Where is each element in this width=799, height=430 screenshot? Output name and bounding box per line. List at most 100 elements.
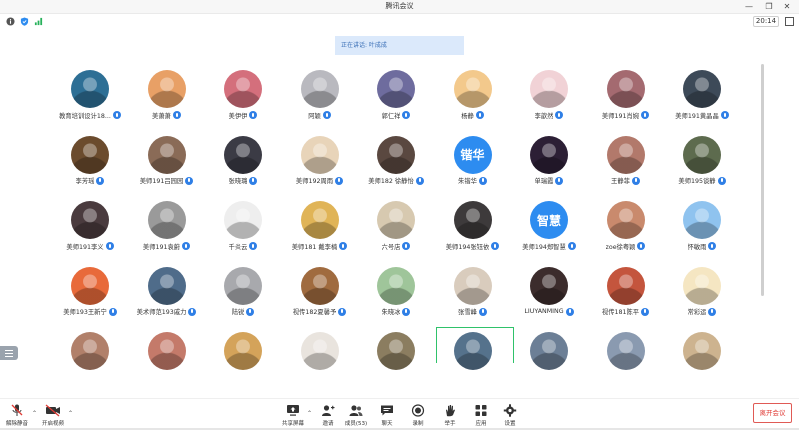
mic-status-icon — [335, 176, 344, 185]
participant-avatar — [606, 332, 645, 370]
chat-button[interactable]: 聊天 — [372, 404, 402, 428]
invite-button[interactable]: 邀请 — [313, 404, 343, 428]
participant-tile[interactable]: 美师193王新宁 — [50, 264, 130, 326]
audio-options-chevron-icon[interactable]: ⌃ — [32, 410, 37, 417]
signal-strength-icon[interactable] — [34, 17, 43, 26]
participant-avatar — [71, 201, 109, 239]
participant-avatar — [147, 201, 186, 239]
participant-tile[interactable]: 美师191肖婉 — [586, 67, 666, 129]
participant-tile[interactable]: 美师191黄晶晶 — [662, 67, 742, 129]
leave-meeting-button[interactable]: 离开会议 — [753, 403, 792, 423]
participant-tile[interactable]: 李歆然 — [509, 67, 589, 129]
video-options-chevron-icon[interactable]: ⌃ — [68, 410, 73, 417]
participant-tile[interactable]: 智慧 美师194郑智慧 — [509, 198, 589, 260]
members-button[interactable]: 成员(53) — [341, 404, 371, 428]
start-video-button[interactable]: 开启视频 — [38, 404, 68, 428]
mic-status-icon — [555, 176, 564, 185]
mic-status-icon — [641, 307, 650, 316]
participant-tile[interactable]: 教育培训设计18... — [50, 67, 130, 129]
participant-tile[interactable]: 常彩运 — [662, 264, 742, 326]
participant-name: 郭仁祥 — [381, 112, 401, 120]
participant-tile[interactable]: 视传181陈平 — [586, 264, 666, 326]
participant-tile[interactable]: 陆锐 — [203, 264, 283, 326]
participant-tile[interactable]: 美师191袁蔚 — [127, 198, 207, 260]
share-screen-button[interactable]: 共享屏幕 — [278, 404, 308, 428]
title-bar: 腾讯会议 — ❐ ✕ — [0, 0, 799, 14]
participant-tile[interactable]: 阿颖 — [280, 67, 360, 129]
participant-name-row: 美师192周雨 — [280, 176, 360, 186]
raise-hand-button[interactable]: 举手 — [435, 404, 465, 428]
participant-tile[interactable]: 美伊伊 — [203, 67, 283, 129]
participant-tile[interactable]: 杨静 — [433, 67, 513, 129]
info-icon[interactable] — [6, 17, 15, 26]
participant-tile[interactable]: 美师182 徐静怡 — [356, 133, 436, 195]
participant-name: zoe徐粤颖 — [605, 243, 636, 251]
apps-button[interactable]: 应用 — [466, 404, 496, 428]
participant-name-row: 美师191吕园园 — [127, 176, 207, 186]
close-icon[interactable]: ✕ — [779, 0, 795, 14]
mic-status-icon — [112, 111, 121, 119]
security-shield-icon[interactable] — [20, 17, 29, 26]
participant-tile[interactable]: 张雪峰 — [433, 264, 513, 326]
participant-name-row: 美萧萧 — [127, 110, 207, 120]
meeting-window: 腾讯会议 — ❐ ✕ 20:14 正在讲话: 叶成成 教育培训设计18... 美萧… — [0, 0, 799, 430]
participant-tile[interactable]: 郭仁祥 — [356, 67, 436, 129]
mic-status-icon — [491, 242, 500, 250]
participant-name-row: 美术师范193戚力 — [127, 307, 207, 317]
participant-tile[interactable] — [356, 329, 436, 391]
participant-tile[interactable]: 六号店 — [356, 198, 436, 260]
participant-tile[interactable]: 单瑞霞 — [509, 133, 589, 195]
participant-tile[interactable]: 美师191李义 — [50, 198, 130, 260]
participant-tile[interactable]: 美师192周雨 — [280, 133, 360, 195]
participant-tile[interactable]: 张晓璐 — [203, 133, 283, 195]
participant-tile[interactable]: 锴华 朱锴华 — [433, 133, 513, 195]
participant-tile[interactable]: LIUYANMING — [509, 264, 589, 326]
participant-tile[interactable]: 王静菲 — [586, 133, 666, 195]
fullscreen-icon[interactable] — [785, 17, 794, 26]
participant-tile[interactable]: 美师181 戴李楠 — [280, 198, 360, 260]
mic-status-icon — [631, 176, 640, 185]
participant-avatar — [683, 70, 721, 108]
gear-icon — [503, 404, 517, 417]
participant-tile[interactable]: 视传182夏馨予 — [280, 264, 360, 326]
participant-tile[interactable]: 美师194张钰依 — [433, 198, 513, 260]
mic-status-icon — [717, 176, 726, 185]
unmute-button[interactable]: 解除静音 — [2, 404, 32, 428]
settings-button[interactable]: 设置 — [495, 404, 525, 428]
participant-tile[interactable] — [662, 329, 742, 391]
restore-icon[interactable]: ❐ — [761, 0, 777, 14]
window-title: 腾讯会议 — [385, 2, 414, 10]
participant-tile[interactable]: 朱晓冰 — [356, 264, 436, 326]
participant-tile[interactable] — [280, 329, 360, 391]
participant-avatar — [606, 266, 645, 305]
participant-avatar — [453, 266, 492, 305]
minimize-icon[interactable]: — — [741, 0, 757, 14]
participant-tile[interactable]: 美师191吕园园 — [127, 133, 207, 195]
mic-status-icon — [720, 111, 729, 119]
participant-name-row: 美师191黄晶晶 — [662, 110, 742, 120]
member-list-toggle[interactable] — [0, 346, 18, 360]
participant-name: 美师192周雨 — [295, 178, 334, 185]
share-options-chevron-icon[interactable]: ⌃ — [307, 410, 312, 417]
participant-tile[interactable]: zoe徐粤颖 — [586, 198, 666, 260]
participant-tile[interactable]: 怀敏雨 — [662, 198, 742, 260]
mic-status-icon — [708, 307, 717, 316]
participant-tile[interactable] — [127, 329, 207, 391]
participant-name: 美师182 徐静怡 — [368, 178, 414, 185]
participant-tile[interactable] — [50, 329, 130, 391]
participant-name-row: LIUYANMING — [509, 307, 589, 317]
participant-avatar — [453, 70, 492, 108]
participant-name-row: 视传181陈平 — [586, 307, 666, 317]
participant-tile[interactable]: 李芳瑶 — [50, 133, 130, 195]
participant-tile[interactable] — [203, 329, 283, 391]
participant-tile[interactable] — [509, 329, 589, 391]
participant-tile[interactable] — [586, 329, 666, 391]
participant-tile[interactable]: 美术师范193戚力 — [127, 264, 207, 326]
record-button[interactable]: 录制 — [403, 404, 433, 428]
participant-tile[interactable]: 美萧萧 — [127, 67, 207, 129]
mic-status-icon — [338, 307, 347, 316]
grid-scrollbar[interactable] — [761, 64, 764, 296]
participant-tile[interactable]: 千炎云 — [203, 198, 283, 260]
participant-tile[interactable]: 美师195谈静 — [662, 133, 742, 195]
participant-name: 常彩运 — [687, 309, 707, 316]
